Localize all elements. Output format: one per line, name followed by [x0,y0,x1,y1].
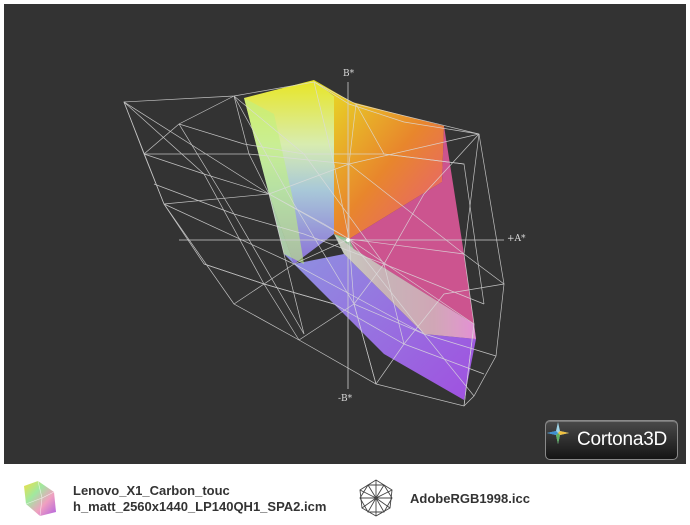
axis-label-b-plus: B* [343,69,355,79]
legend-lenovo-line2: h_matt_2560x1440_LP140QH1_SPA2.icm [73,499,327,514]
legend-lenovo-line1: Lenovo_X1_Carbon_touc [73,483,230,498]
gamut-legend: Lenovo_X1_Carbon_touc h_matt_2560x1440_L… [0,464,690,525]
legend-item-adobergb: AdobeRGB1998.icc [356,478,530,523]
axis-label-a-plus: +A* [507,234,526,244]
3d-gamut-viewer[interactable]: B* +A* -B* Cortona3D [4,4,686,464]
color-gamut-solid-icon [24,480,56,517]
wireframe-gamut-icon [359,479,393,517]
legend-adobergb-label: AdobeRGB1998.icc [410,491,530,506]
cortona3d-logo[interactable]: Cortona3D [545,420,678,460]
legend-item-lenovo: Lenovo_X1_Carbon_touc h_matt_2560x1440_L… [20,478,326,523]
cortona-star-icon [547,422,569,444]
axis-label-b-minus: -B* [338,394,353,404]
cortona-logo-text: Cortona3D [577,429,668,450]
axis-origin [346,238,350,242]
